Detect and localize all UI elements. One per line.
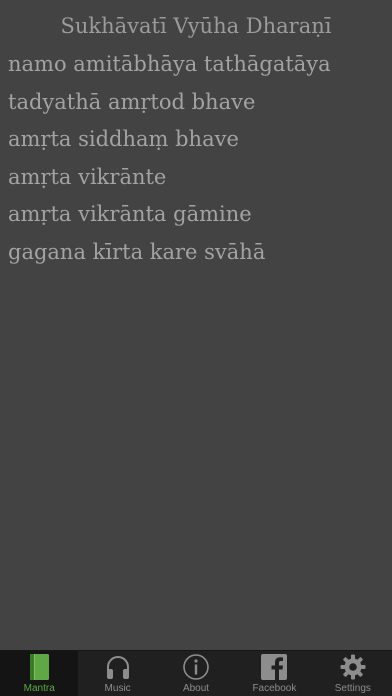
- tab-label: About: [182, 683, 210, 694]
- tab-music[interactable]: Music: [78, 651, 156, 696]
- mantra-title: Sukhāvatī Vyūha Dharaṇī: [60, 14, 332, 38]
- tab-bar: Mantra Music About Facebook Settings: [0, 650, 392, 696]
- tab-about[interactable]: About: [157, 651, 235, 696]
- mantra-line: amṛta siddhaṃ bhave: [8, 127, 239, 151]
- tab-label: Settings: [334, 683, 371, 694]
- facebook-icon: [259, 652, 289, 682]
- mantra-line: gagana kīrta kare svāhā: [8, 239, 266, 264]
- tab-label: Music: [104, 683, 131, 694]
- book-icon: [24, 652, 54, 682]
- mantra-view: Sukhāvatī Vyūha Dharaṇī namo amitābhāya …: [0, 0, 392, 650]
- tab-mantra[interactable]: Mantra: [0, 651, 79, 696]
- tab-label: Mantra: [23, 683, 55, 694]
- tab-label: Facebook: [252, 683, 297, 694]
- tab-facebook[interactable]: Facebook: [235, 651, 313, 696]
- mantra-line: tadyathā amṛtod bhave: [8, 89, 256, 114]
- mantra-line: namo amitābhāya tathāgatāya: [8, 52, 331, 76]
- mantra-lines: namo amitābhāya tathāgatāya tadyathā amṛ…: [8, 49, 331, 274]
- tab-settings[interactable]: Settings: [314, 651, 392, 696]
- mantra-line: amṛta vikrānta gāmine: [8, 202, 252, 226]
- headphones-icon: [103, 652, 133, 682]
- mantra-line: amṛta vikrānte: [8, 164, 167, 189]
- gear-icon: [338, 652, 368, 682]
- info-icon: [181, 652, 211, 682]
